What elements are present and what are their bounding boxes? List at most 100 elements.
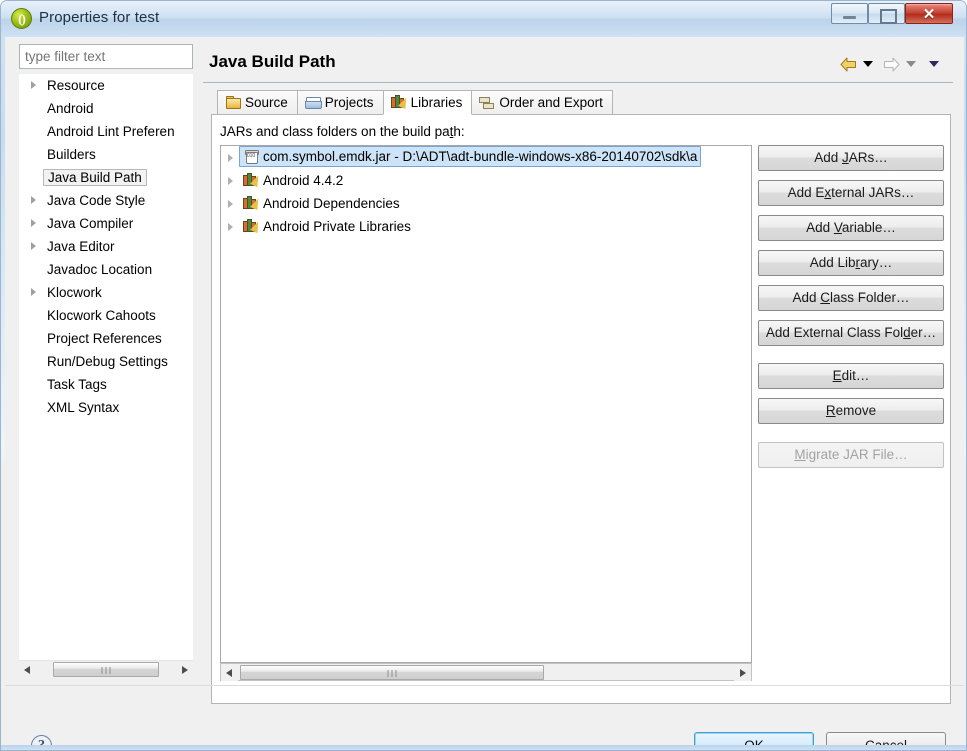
tab-label: Source	[245, 95, 288, 110]
forward-arrow-icon	[883, 57, 900, 72]
scroll-right-button[interactable]	[176, 661, 193, 678]
jar-icon: 010	[243, 149, 259, 164]
sidebar-item-run-debug-settings[interactable]: Run/Debug Settings	[19, 350, 193, 373]
chevron-right-icon[interactable]	[31, 81, 36, 89]
scrollbar-thumb[interactable]	[53, 662, 159, 677]
add-class-folder-button[interactable]: Add Class Folder…	[758, 285, 944, 311]
triangle-left-icon	[24, 666, 30, 674]
build-path-list[interactable]: 010 com.symbol.emdk.jar - D:\ADT\adt-bun…	[220, 145, 752, 663]
triangle-left-icon	[226, 669, 232, 677]
table-row[interactable]: Android Dependencies	[221, 192, 751, 215]
entry-label: Android Dependencies	[263, 196, 400, 211]
minimize-button[interactable]	[831, 3, 868, 24]
maximize-icon	[880, 9, 897, 24]
chevron-right-icon[interactable]	[31, 242, 36, 250]
tab-projects[interactable]: Projects	[296, 90, 384, 115]
settings-tree[interactable]: Resource Android Android Lint Preferen B…	[19, 74, 193, 660]
settings-page-pane: Java Build Path Source Projects Librarie…	[203, 42, 953, 704]
page-navigation	[840, 55, 946, 75]
books-icon	[390, 95, 410, 110]
sidebar-item-label: Resource	[47, 78, 105, 93]
tab-label: Projects	[324, 95, 374, 110]
scroll-right-button[interactable]	[734, 664, 751, 681]
tab-order-and-export[interactable]: Order and Export	[471, 90, 613, 115]
sidebar-item-label: Klocwork	[47, 285, 102, 300]
back-button[interactable]	[840, 56, 857, 72]
sidebar-item-task-tags[interactable]: Task Tags	[19, 373, 193, 396]
tab-source[interactable]: Source	[217, 90, 298, 115]
list-label: JARs and class folders on the build path…	[220, 124, 465, 139]
eclipse-icon: ()	[11, 8, 32, 29]
scroll-left-button[interactable]	[19, 661, 36, 678]
close-button[interactable]: ✕	[905, 3, 953, 24]
library-books-icon	[243, 196, 262, 211]
sidebar-item-label: Java Build Path	[43, 169, 147, 186]
title-separator	[203, 82, 953, 83]
scroll-left-button[interactable]	[221, 664, 238, 681]
chevron-right-icon[interactable]	[228, 154, 233, 162]
chevron-right-icon[interactable]	[228, 200, 233, 208]
maximize-button[interactable]	[868, 3, 905, 24]
sidebar-item-project-references[interactable]: Project References	[19, 327, 193, 350]
sidebar-item-builders[interactable]: Builders	[19, 143, 193, 166]
tab-libraries[interactable]: Libraries	[382, 90, 473, 115]
sidebar-item-java-build-path[interactable]: Java Build Path	[19, 166, 193, 189]
add-library-button[interactable]: Add Library…	[758, 250, 944, 276]
minimize-icon	[843, 16, 856, 19]
chevron-right-icon[interactable]	[31, 219, 36, 227]
forward-button[interactable]	[883, 56, 900, 72]
add-external-jars-button[interactable]: Add External JARs…	[758, 180, 944, 206]
chevron-right-icon[interactable]	[228, 177, 233, 185]
sidebar-item-java-editor[interactable]: Java Editor	[19, 235, 193, 258]
chevron-right-icon[interactable]	[31, 196, 36, 204]
sidebar-item-android-lint-preferences[interactable]: Android Lint Preferen	[19, 120, 193, 143]
sidebar-item-resource[interactable]: Resource	[19, 74, 193, 97]
sidebar-item-label: Java Editor	[47, 239, 115, 254]
settings-navigation-pane: Resource Android Android Lint Preferen B…	[17, 42, 195, 678]
back-history-dropdown-icon[interactable]	[863, 60, 874, 67]
sidebar-item-label: Android Lint Preferen	[47, 124, 175, 139]
grip-icon	[101, 667, 111, 674]
library-books-icon	[243, 173, 262, 188]
page-title: Java Build Path	[209, 52, 336, 71]
sidebar-item-java-code-style[interactable]: Java Code Style	[19, 189, 193, 212]
chevron-right-icon[interactable]	[228, 223, 233, 231]
add-external-class-folder-button[interactable]: Add External Class Folder…	[758, 320, 944, 346]
table-row[interactable]: Android Private Libraries	[221, 215, 751, 238]
footer-separator	[5, 685, 964, 686]
table-row[interactable]: Android 4.4.2	[221, 169, 751, 192]
tab-bar: Source Projects Libraries Order and Expo…	[217, 90, 613, 115]
scrollbar-thumb[interactable]	[240, 665, 544, 680]
sidebar-item-klocwork[interactable]: Klocwork	[19, 281, 193, 304]
entry-label: com.symbol.emdk.jar - D:\ADT\adt-bundle-…	[263, 149, 698, 164]
sidebar-item-label: Java Code Style	[47, 193, 146, 208]
libraries-tab-panel: JARs and class folders on the build path…	[211, 114, 951, 704]
page-menu-dropdown-icon[interactable]	[929, 60, 939, 67]
sidebar-item-java-compiler[interactable]: Java Compiler	[19, 212, 193, 235]
tab-label: Order and Export	[499, 95, 603, 110]
sidebar-item-klocwork-cahoots[interactable]: Klocwork Cahoots	[19, 304, 193, 327]
sidebar-item-xml-syntax[interactable]: XML Syntax	[19, 396, 193, 419]
add-jars-button[interactable]: Add JARs…	[758, 145, 944, 171]
dialog-client-area: Resource Android Android Lint Preferen B…	[5, 37, 964, 750]
sidebar-item-javadoc-location[interactable]: Javadoc Location	[19, 258, 193, 281]
sidebar-item-label: Builders	[47, 147, 96, 162]
table-row[interactable]: 010 com.symbol.emdk.jar - D:\ADT\adt-bun…	[221, 146, 751, 169]
sidebar-horizontal-scrollbar[interactable]	[19, 660, 193, 678]
chevron-right-icon[interactable]	[31, 288, 36, 296]
list-horizontal-scrollbar[interactable]	[220, 663, 752, 681]
add-variable-button[interactable]: Add Variable…	[758, 215, 944, 241]
sidebar-item-android[interactable]: Android	[19, 97, 193, 120]
triangle-right-icon	[182, 666, 188, 674]
forward-history-dropdown-icon[interactable]	[906, 60, 917, 67]
order-export-icon	[479, 95, 495, 110]
entry-label: Android 4.4.2	[263, 173, 344, 188]
sidebar-item-label: Run/Debug Settings	[47, 354, 168, 369]
open-folder-icon	[304, 95, 322, 110]
row-selection: 010 com.symbol.emdk.jar - D:\ADT\adt-bun…	[239, 146, 702, 167]
edit-button[interactable]: Edit…	[758, 363, 944, 389]
window-bottom-edge	[1, 745, 966, 750]
grip-icon	[387, 670, 397, 677]
filter-input[interactable]	[19, 44, 193, 69]
remove-button[interactable]: Remove	[758, 398, 944, 424]
